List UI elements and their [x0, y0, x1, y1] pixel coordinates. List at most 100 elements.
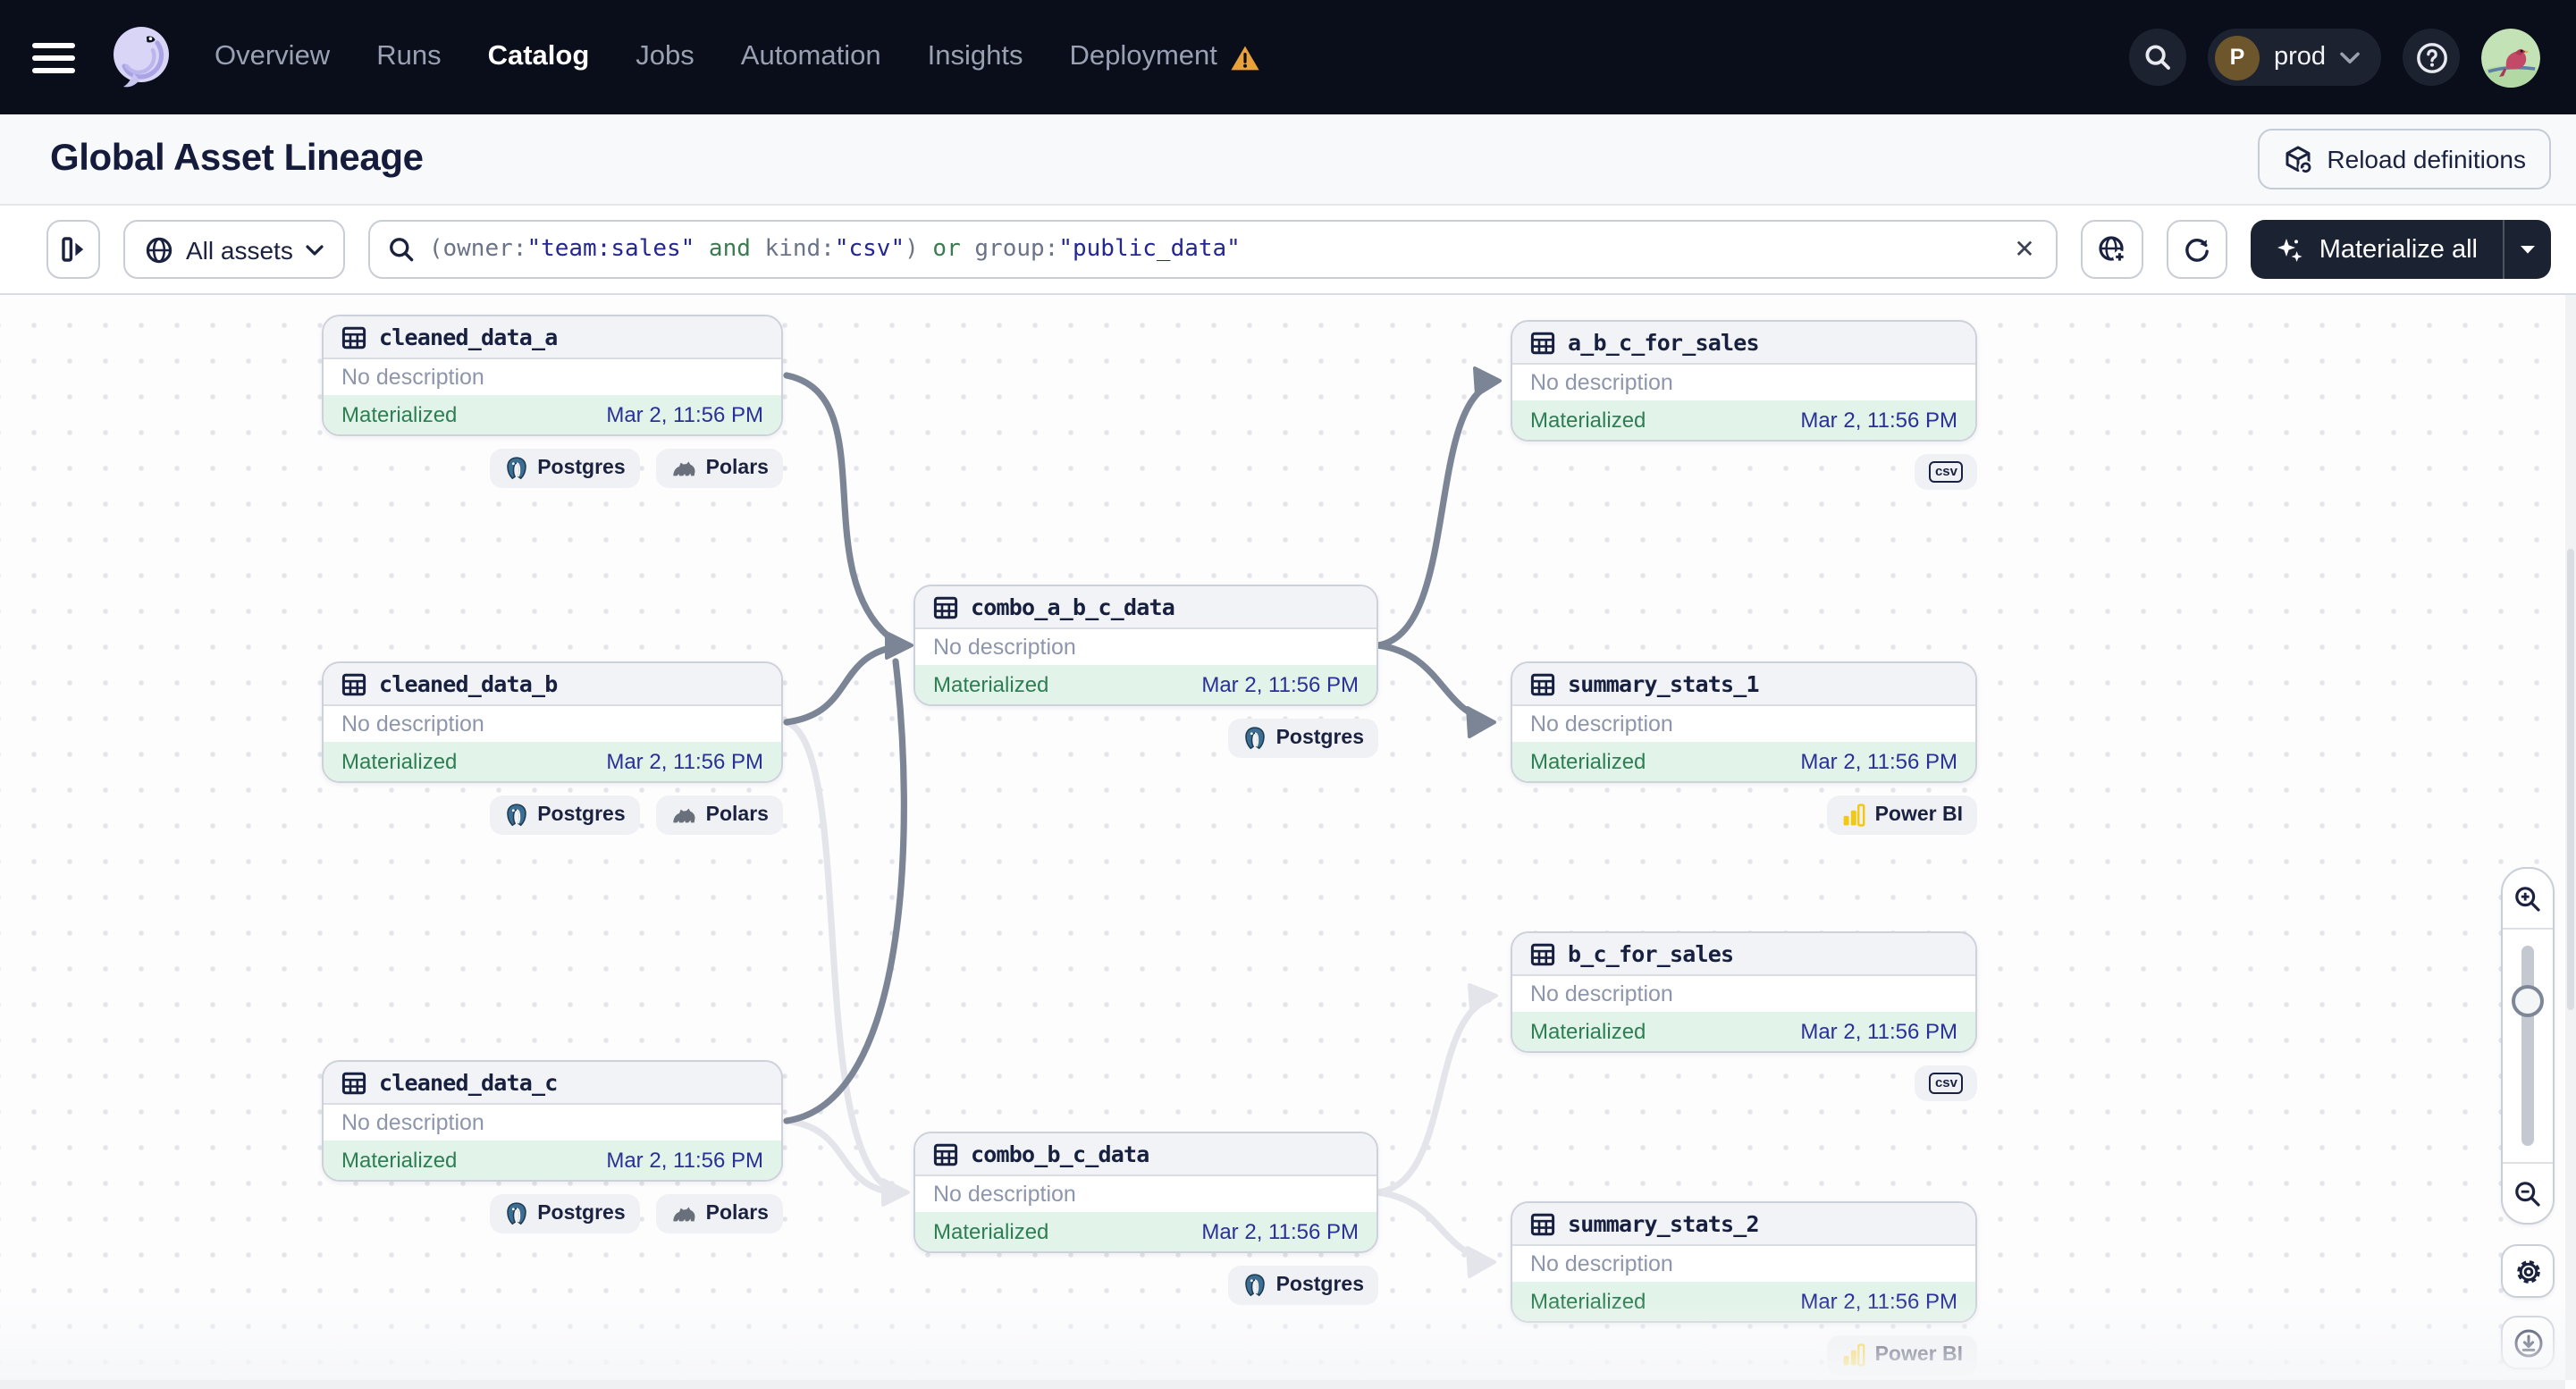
asset-node-header[interactable]: cleaned_data_a — [324, 316, 781, 359]
tag-csv[interactable]: csv — [1915, 454, 1977, 490]
asset-scope-dropdown[interactable]: All assets — [123, 220, 345, 279]
tag-polars[interactable]: Polars — [655, 449, 783, 488]
horizontal-scrollbar[interactable] — [0, 1380, 2565, 1389]
postgres-icon — [1242, 726, 1267, 751]
help-button[interactable] — [2403, 29, 2460, 86]
zoom-out-button[interactable] — [2503, 1162, 2553, 1223]
asset-tags-b_c_for_sales: csv — [1511, 1065, 1977, 1101]
powerbi-icon — [1841, 1343, 1866, 1368]
asset-status-bar[interactable]: Materialized Mar 2, 11:56 PM — [915, 665, 1376, 704]
asset-node-header[interactable]: summary_stats_1 — [1512, 663, 1975, 706]
materialize-all-button[interactable]: Materialize all — [2252, 220, 2503, 279]
download-image-button[interactable] — [2501, 1316, 2555, 1369]
materialize-all-split-button: Materialize all — [2251, 220, 2551, 279]
asset-node-cleaned_data_a[interactable]: cleaned_data_a No description Materializ… — [322, 315, 783, 436]
materialize-options-button[interactable] — [2503, 220, 2551, 279]
globe-icon — [146, 236, 173, 263]
asset-timestamp: Mar 2, 11:56 PM — [1800, 1289, 1957, 1314]
asset-status: Materialized — [1530, 1019, 1646, 1044]
refresh-button[interactable] — [2167, 220, 2228, 279]
asset-node-header[interactable]: a_b_c_for_sales — [1512, 322, 1975, 365]
clear-search-icon[interactable]: ✕ — [2010, 234, 2038, 265]
tag-csv[interactable]: csv — [1915, 1065, 1977, 1101]
asset-node-header[interactable]: cleaned_data_c — [324, 1062, 781, 1105]
tag-postgres[interactable]: Postgres — [489, 1194, 640, 1233]
tag-postgres[interactable]: Postgres — [1227, 719, 1378, 758]
reload-definitions-button[interactable]: Reload definitions — [2257, 129, 2551, 189]
nav-item-automation[interactable]: Automation — [741, 41, 881, 73]
search-button[interactable] — [2128, 29, 2186, 86]
asset-name: cleaned_data_a — [379, 324, 558, 350]
asset-status-bar[interactable]: Materialized Mar 2, 11:56 PM — [915, 1212, 1376, 1251]
nav-items: Overview Runs Catalog Jobs Automation Insight… — [215, 41, 1260, 73]
postgres-icon — [503, 456, 528, 481]
query-segment: group: — [974, 236, 1059, 263]
graph-settings-button[interactable] — [2501, 1244, 2555, 1298]
asset-description: No description — [341, 365, 484, 390]
asset-timestamp: Mar 2, 11:56 PM — [1201, 1219, 1359, 1244]
asset-status: Materialized — [933, 1219, 1049, 1244]
asset-node-header[interactable]: b_c_for_sales — [1512, 933, 1975, 976]
asset-status-bar[interactable]: Materialized Mar 2, 11:56 PM — [324, 395, 781, 434]
environment-switcher[interactable]: P prod — [2207, 29, 2381, 86]
menu-icon[interactable] — [32, 42, 75, 72]
asset-name: a_b_c_for_sales — [1568, 329, 1760, 356]
asset-status-bar[interactable]: Materialized Mar 2, 11:56 PM — [1512, 742, 1975, 781]
asset-node-summary_stats_1[interactable]: summary_stats_1 No description Materiali… — [1511, 661, 1977, 783]
dagster-logo[interactable] — [104, 20, 179, 95]
zoom-slider-thumb[interactable] — [2512, 985, 2544, 1017]
tag-polars[interactable]: Polars — [655, 1194, 783, 1233]
postgres-icon — [503, 803, 528, 828]
tag-powerbi[interactable]: Power BI — [1826, 1335, 1977, 1375]
asset-name: combo_b_c_data — [971, 1141, 1149, 1167]
nav-item-insights[interactable]: Insights — [928, 41, 1023, 73]
search-query[interactable]: (owner:"team:sales" and kind:"csv") or g… — [429, 236, 1996, 263]
asset-node-header[interactable]: summary_stats_2 — [1512, 1203, 1975, 1246]
nav-item-label: Jobs — [636, 41, 695, 72]
asset-description: No description — [341, 1110, 484, 1135]
asset-node-cleaned_data_b[interactable]: cleaned_data_b No description Materializ… — [322, 661, 783, 783]
zoom-in-button[interactable] — [2503, 869, 2553, 930]
asset-status-bar[interactable]: Materialized Mar 2, 11:56 PM — [1512, 1012, 1975, 1051]
asset-node-a_b_c_for_sales[interactable]: a_b_c_for_sales No description Materiali… — [1511, 320, 1977, 442]
asset-search-input[interactable]: (owner:"team:sales" and kind:"csv") or g… — [367, 220, 2058, 279]
zoom-out-icon — [2515, 1181, 2540, 1206]
zoom-slider-track[interactable] — [2521, 946, 2534, 1146]
asset-groups-button[interactable] — [2081, 220, 2144, 279]
nav-item-overview[interactable]: Overview — [215, 41, 330, 73]
asset-status-bar[interactable]: Materialized Mar 2, 11:56 PM — [324, 742, 781, 781]
tag-postgres[interactable]: Postgres — [489, 449, 640, 488]
vertical-scrollbar-thumb[interactable] — [2567, 549, 2574, 1010]
asset-status-bar[interactable]: Materialized Mar 2, 11:56 PM — [1512, 1282, 1975, 1321]
zoom-slider[interactable] — [2503, 930, 2553, 1162]
lineage-canvas[interactable]: cleaned_data_a No description Materializ… — [0, 295, 2576, 1389]
asset-tags-a_b_c_for_sales: csv — [1511, 454, 1977, 490]
nav-item-runs[interactable]: Runs — [376, 41, 441, 73]
query-segment: ) — [905, 236, 919, 263]
user-avatar[interactable] — [2481, 28, 2540, 87]
asset-node-header[interactable]: combo_b_c_data — [915, 1133, 1376, 1176]
asset-node-b_c_for_sales[interactable]: b_c_for_sales No description Materialize… — [1511, 931, 1977, 1053]
tag-powerbi[interactable]: Power BI — [1826, 796, 1977, 835]
asset-node-cleaned_data_c[interactable]: cleaned_data_c No description Materializ… — [322, 1060, 783, 1182]
open-panel-button[interactable] — [46, 220, 100, 279]
tag-polars[interactable]: Polars — [655, 796, 783, 835]
asset-status-bar[interactable]: Materialized Mar 2, 11:56 PM — [324, 1141, 781, 1180]
arrowhead — [1466, 706, 1496, 738]
nav-item-jobs[interactable]: Jobs — [636, 41, 695, 73]
vertical-scrollbar[interactable] — [2565, 295, 2576, 1380]
tag-postgres[interactable]: Postgres — [1227, 1266, 1378, 1305]
edge-cleaned_data_b-to-combo_b_c_data — [783, 719, 890, 1191]
asset-node-combo_b_c_data[interactable]: combo_b_c_data No description Materializ… — [913, 1132, 1378, 1253]
asset-node-header[interactable]: combo_a_b_c_data — [915, 586, 1376, 629]
edge-combo_a_b_c_data-to-a_b_c_for_sales — [1375, 381, 1494, 649]
asset-node-combo_a_b_c_data[interactable]: combo_a_b_c_data No description Material… — [913, 585, 1378, 706]
asset-status-bar[interactable]: Materialized Mar 2, 11:56 PM — [1512, 400, 1975, 440]
asset-node-summary_stats_2[interactable]: summary_stats_2 No description Materiali… — [1511, 1201, 1977, 1323]
tag-postgres[interactable]: Postgres — [489, 796, 640, 835]
nav-item-deployment[interactable]: Deployment — [1069, 41, 1259, 73]
asset-node-header[interactable]: cleaned_data_b — [324, 663, 781, 706]
nav-item-catalog[interactable]: Catalog — [488, 41, 590, 73]
polars-icon — [670, 804, 697, 826]
asset-description: No description — [933, 1182, 1076, 1207]
